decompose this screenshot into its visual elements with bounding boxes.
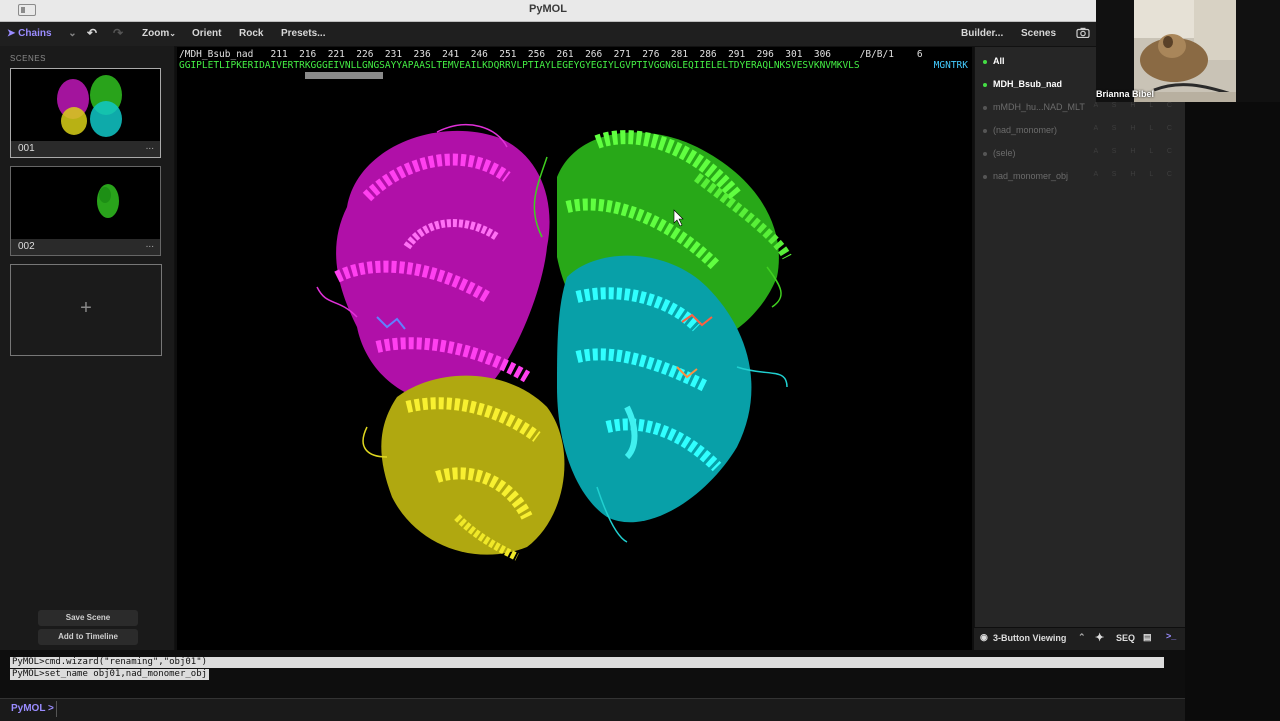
scene-thumbnail <box>57 75 122 137</box>
mouse-mode-button[interactable]: 3-Button Viewing <box>993 633 1066 643</box>
command-line: PyMOL > <box>0 698 1185 721</box>
command-output: PyMOL>cmd.wizard("renaming","obj01") PyM… <box>0 652 1185 696</box>
object-action-buttons[interactable]: A S H L C <box>1094 148 1178 155</box>
scene-number: 001 <box>18 143 35 154</box>
scenes-button[interactable]: Scenes <box>1021 28 1056 39</box>
chevron-up-icon[interactable]: ⌃ <box>1078 632 1086 643</box>
seq-toggle-button[interactable]: SEQ <box>1116 633 1135 643</box>
participant-name: Brianna Bibel <box>1096 89 1155 99</box>
chevron-down-icon: ⌄ <box>68 28 77 39</box>
object-name: mMDH_hu...NAD_MLT <box>993 102 1085 112</box>
object-name: (nad_monomer) <box>993 125 1058 135</box>
scene-card-footer: 001 ... <box>11 141 160 157</box>
sequence-residues[interactable]: GGIPLETLIPKERIDAIVERTRKGGGEIVNLLGNGSAYYA… <box>179 60 860 71</box>
object-row-nad-monomer-obj[interactable]: nad_monomer_obj A S H L C <box>975 166 1186 188</box>
sequence-scrollbar[interactable] <box>305 72 383 79</box>
object-name: MDH_Bsub_nad <box>993 79 1063 89</box>
participant-video <box>1134 0 1236 102</box>
disabled-dot-icon[interactable] <box>983 152 987 156</box>
folder-icon[interactable]: ▤ <box>1143 632 1152 643</box>
scene-thumbnail <box>97 184 119 218</box>
title-bar: PyMOL <box>0 0 1096 22</box>
disabled-dot-icon[interactable] <box>983 129 987 133</box>
desktop-background <box>1185 102 1280 720</box>
object-panel: All MDH_Bsub_nad mMDH_hu...NAD_MLT A S H… <box>974 47 1186 627</box>
zoom-label: Zoom <box>142 28 170 39</box>
zoom-button[interactable]: Zoom⌄ <box>142 28 176 39</box>
window-title: PyMOL <box>529 3 567 15</box>
orient-button[interactable]: Orient <box>192 28 221 39</box>
viewer-status-bar: ◉ 3-Button Viewing ⌃ ✦ SEQ ▤ >_ <box>974 628 1185 650</box>
scenes-panel: SCENES 001 ... 002 ... + Save Scene Add … <box>0 46 175 650</box>
command-input[interactable] <box>56 701 1177 717</box>
scene-card-002[interactable]: 002 ... <box>10 166 161 256</box>
scene-number: 002 <box>18 241 35 252</box>
disabled-dot-icon[interactable] <box>983 106 987 110</box>
sequence-numbering: /MDH_Bsub_nad 211 216 221 226 231 236 24… <box>179 49 923 60</box>
object-name: nad_monomer_obj <box>993 171 1069 181</box>
builder-button[interactable]: Builder... <box>961 28 1003 39</box>
dog-video-image <box>1134 0 1236 102</box>
object-action-buttons[interactable]: A S H L C <box>1094 102 1178 109</box>
add-to-timeline-button[interactable]: Add to Timeline <box>38 629 138 645</box>
mouse-icon: ◉ <box>980 632 988 642</box>
undo-icon[interactable]: ↶ <box>87 26 97 40</box>
save-scene-button[interactable]: Save Scene <box>38 610 138 626</box>
chains-button[interactable]: ➤ Chains ⌄ <box>7 28 77 39</box>
presets-button[interactable]: Presets... <box>281 28 325 39</box>
enabled-dot-icon[interactable] <box>983 83 987 87</box>
object-row-nad-monomer-sel[interactable]: (nad_monomer) A S H L C <box>975 120 1186 142</box>
terminal-icon[interactable]: >_ <box>1166 631 1176 641</box>
magic-wand-icon[interactable]: ✦ <box>1095 631 1104 644</box>
chevron-down-icon: ⌄ <box>169 29 176 38</box>
chain-magenta <box>316 124 550 403</box>
object-row-sele[interactable]: (sele) A S H L C <box>975 143 1186 165</box>
history-line: PyMOL>set_name obj01,nad_monomer_obj <box>10 669 210 680</box>
object-name: (sele) <box>993 148 1016 158</box>
scene-menu-button[interactable]: ... <box>146 239 154 250</box>
redo-icon[interactable]: ↷ <box>113 26 123 40</box>
molecule-viewport[interactable]: /MDH_Bsub_nad 211 216 221 226 231 236 24… <box>177 47 972 650</box>
video-call-overlay: Brianna Bibel <box>1096 0 1280 102</box>
chains-label: Chains <box>18 28 52 39</box>
scene-card-footer: 002 ... <box>11 239 160 255</box>
disabled-dot-icon[interactable] <box>983 175 987 179</box>
main-toolbar: ➤ Chains ⌄ ↶ ↷ Zoom⌄ Orient Rock Presets… <box>0 22 1096 47</box>
add-scene-button[interactable]: + <box>10 264 162 356</box>
plus-icon: + <box>80 297 92 319</box>
cursor-icon: ➤ <box>7 28 16 39</box>
camera-icon[interactable] <box>1076 27 1090 41</box>
history-line: PyMOL>cmd.wizard("renaming","obj01") <box>10 657 1164 668</box>
scene-card-001[interactable]: 001 ... <box>10 68 161 158</box>
object-action-buttons[interactable]: A S H L C <box>1094 125 1178 132</box>
enabled-dot-icon[interactable] <box>983 60 987 64</box>
command-prompt: PyMOL > <box>11 703 54 714</box>
chain-yellow <box>362 375 565 561</box>
rock-button[interactable]: Rock <box>239 28 263 39</box>
sequence-viewer[interactable]: /MDH_Bsub_nad 211 216 221 226 231 236 24… <box>177 47 972 79</box>
sequence-tail[interactable]: MGNTRK <box>934 60 968 71</box>
scenes-heading: SCENES <box>10 54 46 63</box>
object-name: All <box>993 56 1005 66</box>
scene-menu-button[interactable]: ... <box>146 141 154 152</box>
object-action-buttons[interactable]: A S H L C <box>1094 171 1178 178</box>
protein-structure-render[interactable] <box>177 47 972 650</box>
